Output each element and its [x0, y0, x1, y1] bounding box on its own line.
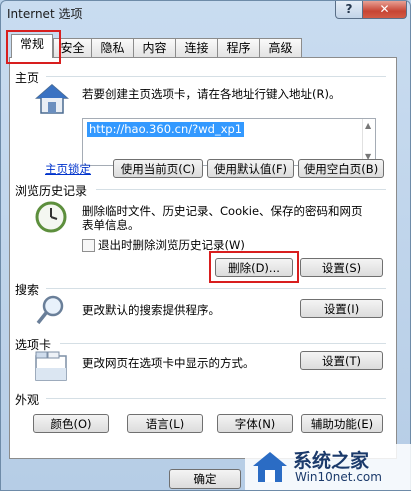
history-description-line1: 删除临时文件、历史记录、Cookie、保存的密码和网页: [82, 204, 363, 218]
tab-privacy[interactable]: 隐私: [91, 38, 134, 57]
tabs-settings-button[interactable]: 设置(T): [300, 351, 383, 370]
history-settings-button[interactable]: 设置(S): [300, 258, 383, 277]
ok-button[interactable]: 确定: [169, 469, 241, 489]
watermark: 系统之家 Win10net.com: [245, 444, 411, 490]
history-section-title: 浏览历史记录: [15, 184, 88, 198]
search-icon: [36, 295, 64, 325]
home-url-value: http://hao.360.cn/?wd_xp1: [87, 122, 245, 137]
use-blank-button[interactable]: 使用空白页(B): [298, 159, 384, 178]
use-default-button[interactable]: 使用默认值(F): [207, 159, 294, 178]
tab-programs[interactable]: 程序: [217, 38, 260, 57]
divider: [46, 398, 386, 399]
accessibility-button[interactable]: 辅助功能(E): [301, 414, 383, 433]
fonts-button[interactable]: 字体(N): [217, 414, 293, 433]
search-description: 更改默认的搜索提供程序。: [82, 303, 220, 317]
watermark-title: 系统之家: [293, 450, 370, 472]
search-settings-button[interactable]: 设置(I): [300, 299, 383, 318]
tab-content[interactable]: 内容: [133, 38, 176, 57]
divider: [96, 189, 386, 190]
general-panel: 主页 若要创建主页选项卡，请在各地址行键入地址(R)。 http://hao.3…: [9, 57, 397, 459]
divider: [46, 76, 386, 77]
colors-button[interactable]: 颜色(O): [33, 414, 109, 433]
title-bar: Internet 选项 ? ✕: [1, 1, 410, 23]
history-description-line2: 表单信息。: [82, 218, 140, 232]
divider: [60, 343, 386, 344]
delete-on-exit-checkbox[interactable]: [82, 239, 95, 252]
history-clock-icon: [35, 201, 67, 233]
internet-options-dialog: Internet 选项 ? ✕ 常规 安全 隐私 内容 连接 程序 高级 主页 …: [0, 0, 411, 491]
home-description: 若要创建主页选项卡，请在各地址行键入地址(R)。: [82, 87, 341, 101]
tab-advanced[interactable]: 高级: [259, 38, 302, 57]
appearance-section-title: 外观: [15, 393, 40, 407]
home-icon: [35, 84, 69, 114]
highlight-delete-button: [209, 251, 299, 283]
tab-connections[interactable]: 连接: [175, 38, 218, 57]
close-button[interactable]: ✕: [362, 1, 407, 19]
watermark-logo-icon: [253, 452, 287, 482]
divider: [46, 288, 386, 289]
languages-button[interactable]: 语言(L): [127, 414, 203, 433]
highlight-tab-general: [6, 30, 61, 64]
home-lock-link[interactable]: 主页锁定: [45, 161, 91, 177]
scroll-up-icon[interactable]: ▲: [365, 121, 371, 130]
delete-on-exit-label: 退出时删除浏览历史记录(W): [98, 238, 245, 252]
window-title: Internet 选项: [7, 7, 83, 21]
use-current-button[interactable]: 使用当前页(C): [113, 159, 203, 178]
watermark-url: Win10net.com: [295, 470, 382, 484]
help-button[interactable]: ?: [335, 1, 363, 19]
tabs-description: 更改网页在选项卡中显示的方式。: [82, 356, 255, 370]
tabs-icon: [35, 351, 67, 381]
